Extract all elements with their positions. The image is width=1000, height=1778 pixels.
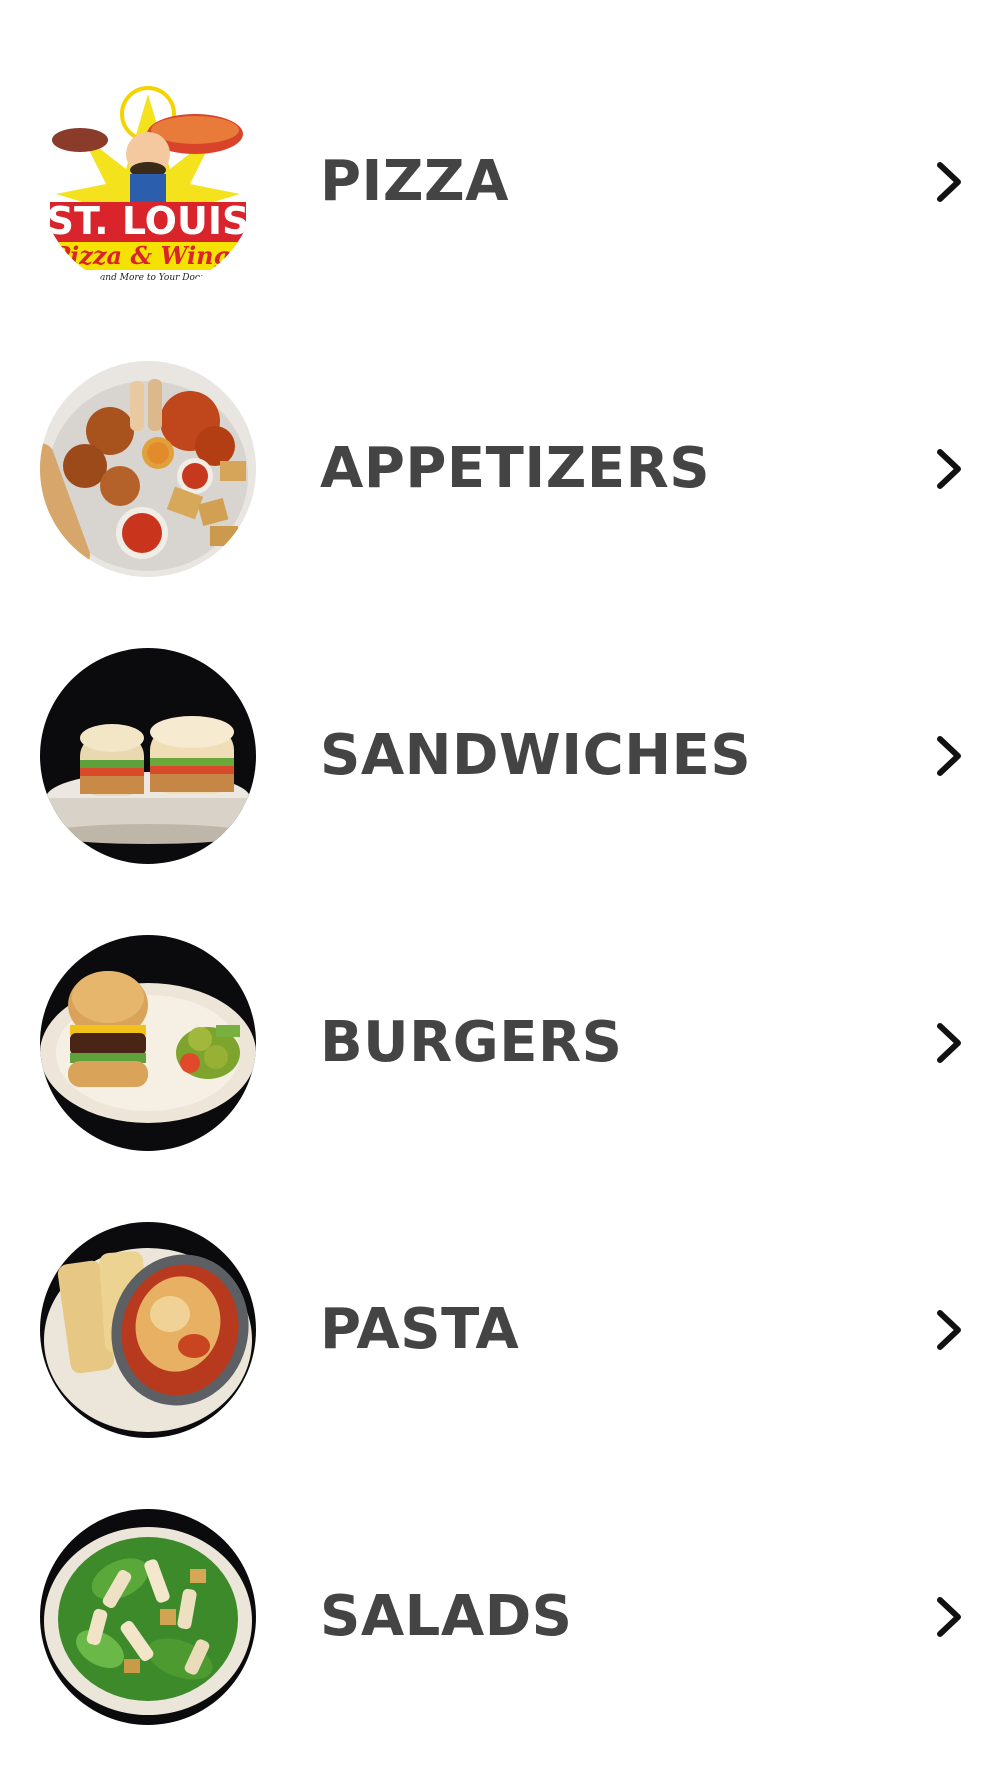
category-item-salads[interactable]: SALADS bbox=[0, 1467, 1000, 1754]
category-label: SANDWICHES bbox=[320, 723, 752, 788]
chevron-right-icon bbox=[928, 1594, 968, 1640]
appetizer-platter-photo bbox=[40, 361, 256, 577]
sandwiches-photo bbox=[40, 648, 256, 864]
chevron-right-icon bbox=[928, 159, 968, 205]
category-label: PIZZA bbox=[320, 149, 509, 214]
pasta-dish-photo bbox=[40, 1222, 256, 1438]
salad-plate-photo bbox=[40, 1509, 256, 1725]
category-item-pizza[interactable]: ST. LOUIS Pizza & Wings ...and More to Y… bbox=[0, 32, 1000, 319]
category-label: SALADS bbox=[320, 1584, 573, 1649]
chevron-right-icon bbox=[928, 446, 968, 492]
category-label: APPETIZERS bbox=[320, 436, 711, 501]
logo-subtitle-text: Pizza & Wings bbox=[51, 241, 244, 270]
logo-tagline-text: ...and More to Your Door bbox=[91, 273, 205, 283]
category-item-burgers[interactable]: BURGERS bbox=[0, 893, 1000, 1180]
logo-title-text: ST. LOUIS bbox=[47, 199, 250, 243]
chevron-right-icon bbox=[928, 1307, 968, 1353]
category-list: ST. LOUIS Pizza & Wings ...and More to Y… bbox=[0, 32, 1000, 1754]
chevron-right-icon bbox=[928, 1020, 968, 1066]
category-label: BURGERS bbox=[320, 1010, 623, 1075]
st-louis-pizza-logo: ST. LOUIS Pizza & Wings ...and More to Y… bbox=[40, 74, 256, 290]
category-item-pasta[interactable]: PASTA bbox=[0, 1180, 1000, 1467]
category-item-sandwiches[interactable]: SANDWICHES bbox=[0, 606, 1000, 893]
burger-plate-photo bbox=[40, 935, 256, 1151]
category-item-appetizers[interactable]: APPETIZERS bbox=[0, 319, 1000, 606]
category-label: PASTA bbox=[320, 1297, 520, 1362]
chevron-right-icon bbox=[928, 733, 968, 779]
